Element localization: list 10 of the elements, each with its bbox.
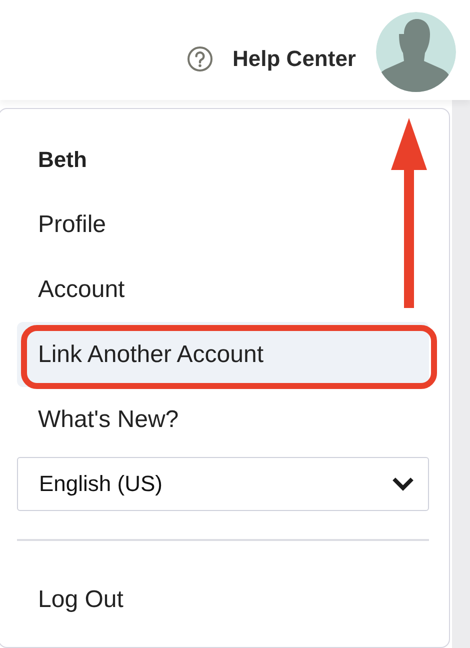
help-center-link[interactable]: Help Center xyxy=(232,46,356,72)
chevron-down-icon xyxy=(392,477,414,491)
menu-item[interactable]: What's New? xyxy=(17,387,429,452)
language-select[interactable]: English (US) xyxy=(17,457,429,511)
menu-item[interactable]: Log Out xyxy=(17,567,429,632)
menu-item[interactable]: Profile xyxy=(17,192,429,257)
menu-item[interactable]: Account xyxy=(17,257,429,322)
help-icon[interactable] xyxy=(186,46,213,72)
avatar[interactable] xyxy=(376,12,456,92)
user-name: Beth xyxy=(37,146,88,174)
